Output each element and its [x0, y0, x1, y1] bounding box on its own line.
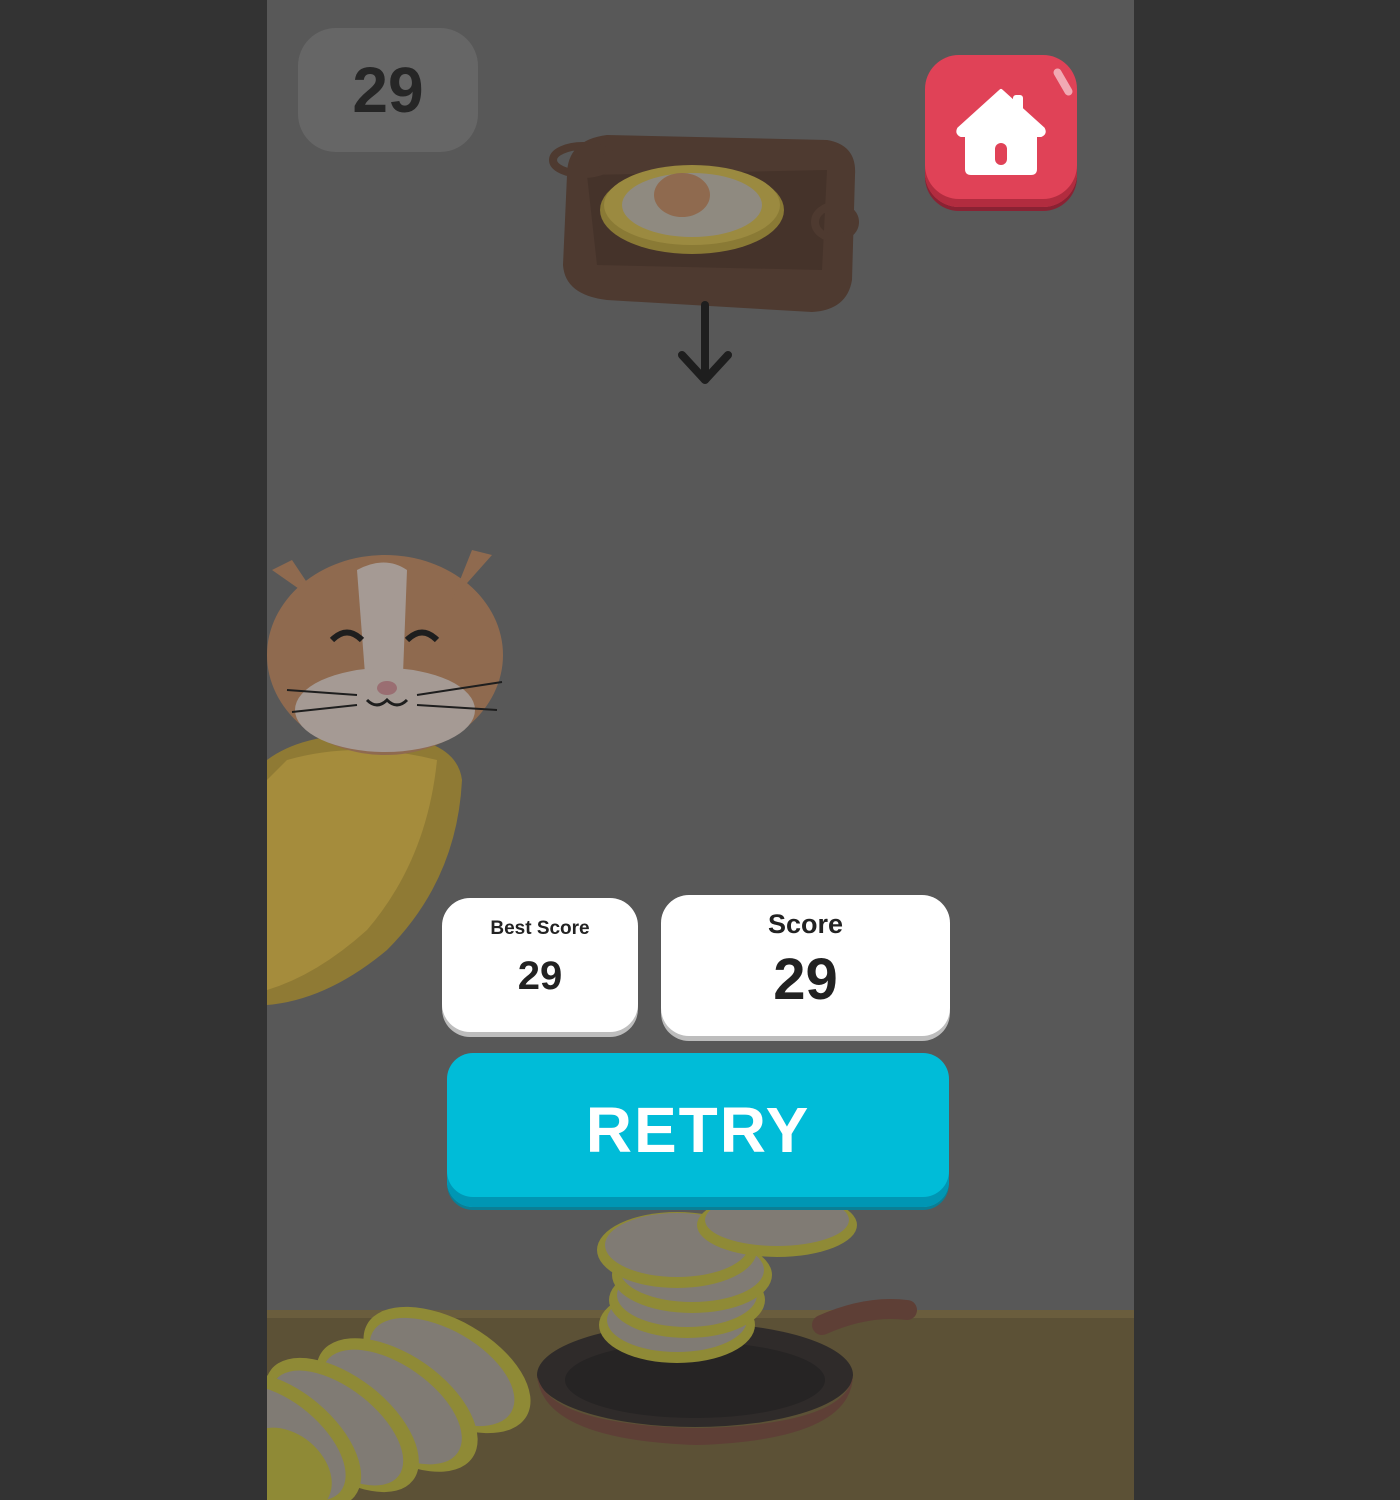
retry-button-label: RETRY	[585, 1094, 811, 1166]
current-score-badge: 29	[298, 28, 478, 152]
score-card: Score 29	[661, 895, 950, 1036]
current-score-value: 29	[352, 54, 424, 126]
best-score-value: 29	[517, 954, 563, 998]
drop-arrow-icon	[678, 301, 732, 384]
dropper-tray	[549, 135, 859, 312]
score-label: Score	[767, 909, 844, 939]
retry-button[interactable]: RETRY	[447, 1053, 949, 1207]
best-score-card: Best Score 29	[442, 898, 638, 1032]
best-score-label: Best Score	[490, 918, 590, 939]
home-icon	[956, 89, 1046, 175]
home-button[interactable]	[925, 55, 1077, 207]
game-viewport[interactable]: 29 Best Score 29 Score 29 RETRY	[267, 0, 1134, 1500]
score-value: 29	[773, 947, 838, 1012]
game-scene	[267, 135, 1134, 1500]
